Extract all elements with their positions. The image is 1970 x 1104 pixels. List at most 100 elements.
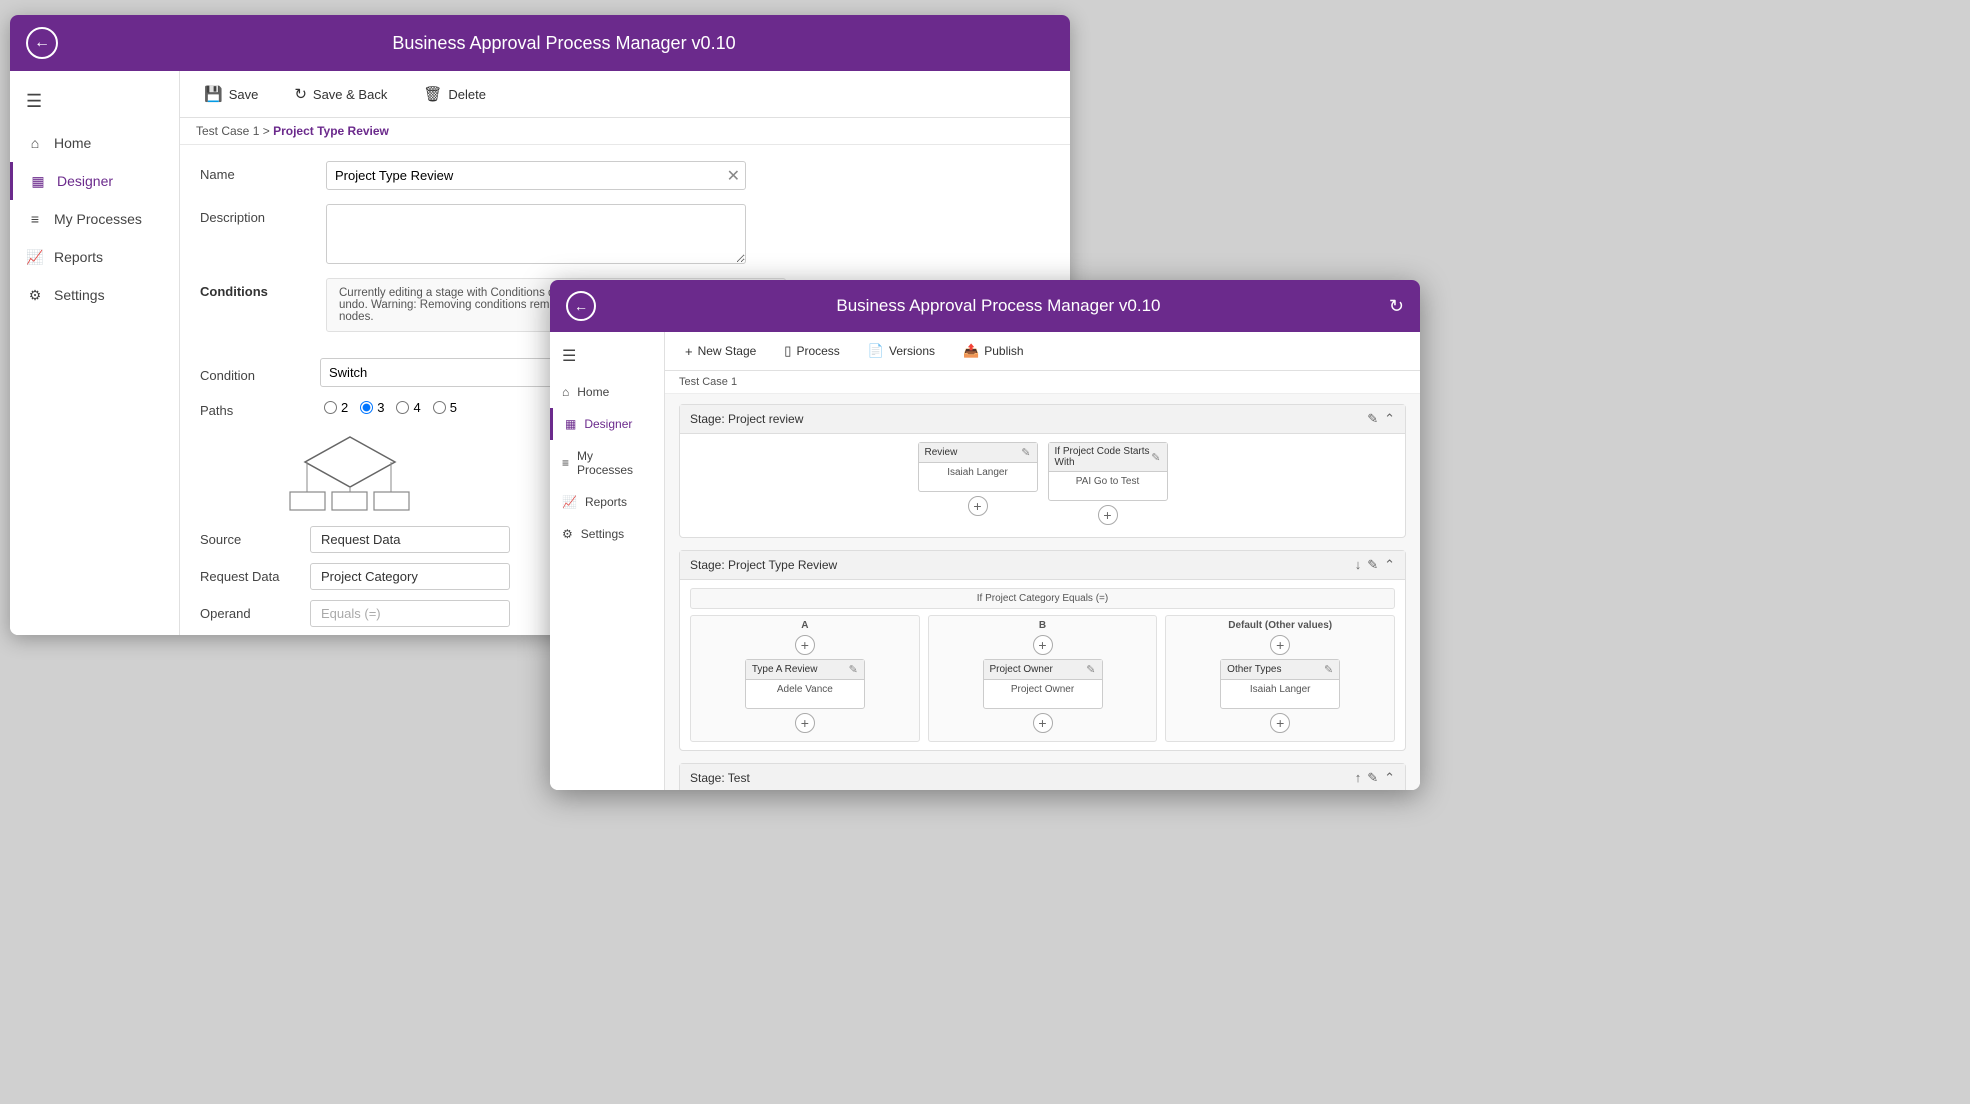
node-review-header: Review ✎ (919, 443, 1037, 463)
edit-stage-2-icon[interactable]: ✎ (1367, 557, 1378, 573)
add-after-other-types-btn[interactable]: + (1270, 713, 1290, 733)
node-if-edit-icon[interactable]: ✎ (1151, 451, 1160, 464)
versions-icon: 📄 (868, 343, 884, 359)
collapse-stage-icon[interactable]: ⌃ (1384, 411, 1395, 427)
refresh-icon[interactable]: ↻ (1389, 296, 1404, 317)
node-review-body: Isaiah Langer (919, 463, 1037, 491)
node-project-owner: Project Owner ✎ Project Owner (983, 659, 1103, 709)
sidebar-item-designer[interactable]: ▦ Designer (10, 162, 179, 200)
paths-label: Paths (200, 397, 310, 418)
sidebar2-label-settings: Settings (581, 527, 624, 541)
path-col-default: Default (Other values) + Other Types ✎ I… (1165, 615, 1395, 742)
path-radio-2[interactable]: 2 (324, 400, 348, 415)
sidebar2-item-myprocesses[interactable]: ≡ My Processes (550, 440, 664, 486)
home-icon: ⌂ (26, 134, 44, 152)
stage-actions-2: ↓ ✎ ⌃ (1355, 557, 1395, 573)
path-radio-group: 2 3 4 5 (324, 400, 457, 415)
sidebar2-label-home: Home (577, 385, 609, 399)
sidebar-item-myprocesses[interactable]: ≡ My Processes (10, 200, 179, 238)
sidebar-label-settings: Settings (54, 287, 105, 303)
move-down-icon[interactable]: ↓ (1355, 557, 1362, 573)
sidebar-2: ☰ ⌂ Home ▦ Designer ≡ My Processes 📈 Rep… (550, 332, 665, 790)
sidebar-item-reports[interactable]: 📈 Reports (10, 238, 179, 276)
path-label-4: 4 (413, 400, 420, 415)
toolbar-2: + New Stage ▯ Process 📄 Versions 📤 Publi… (665, 332, 1420, 371)
hamburger-icon[interactable]: ☰ (10, 79, 179, 124)
stage-name-type-review: Stage: Project Type Review (690, 558, 837, 572)
collapse-stage-3-icon[interactable]: ⌃ (1384, 770, 1395, 786)
path-radio-5[interactable]: 5 (433, 400, 457, 415)
add-path-b-btn[interactable]: + (1033, 635, 1053, 655)
node-other-types-edit-icon[interactable]: ✎ (1324, 663, 1333, 676)
stage-actions-1: ✎ ⌃ (1367, 411, 1395, 427)
publish-button[interactable]: 📤 Publish (957, 340, 1030, 362)
collapse-stage-2-icon[interactable]: ⌃ (1384, 557, 1395, 573)
node-if-body: PAI Go to Test (1049, 472, 1167, 500)
path-radio-2-input[interactable] (324, 401, 337, 414)
sidebar-label-myprocesses: My Processes (54, 211, 142, 227)
hamburger-icon-2[interactable]: ☰ (550, 336, 664, 376)
stage-header-project-review: Stage: Project review ✎ ⌃ (680, 405, 1405, 434)
sidebar-item-settings[interactable]: ⚙ Settings (10, 276, 179, 314)
sidebar2-item-settings[interactable]: ⚙ Settings (550, 518, 664, 550)
save-button[interactable]: 💾 Save (196, 81, 266, 107)
path-radio-3-input[interactable] (360, 401, 373, 414)
path-radio-3[interactable]: 3 (360, 400, 384, 415)
node-review-edit-icon[interactable]: ✎ (1021, 446, 1030, 459)
conditions-label: Conditions (200, 278, 310, 299)
myprocesses-icon: ≡ (26, 210, 44, 228)
plus-icon: + (685, 344, 693, 359)
path-radio-5-input[interactable] (433, 401, 446, 414)
sidebar2-item-home[interactable]: ⌂ Home (550, 376, 664, 408)
back-button-1[interactable]: ← (26, 27, 58, 59)
new-stage-button[interactable]: + New Stage (679, 341, 762, 362)
titlebar-1: ← Business Approval Process Manager v0.1… (10, 15, 1070, 71)
add-node-review-btn[interactable]: + (968, 496, 988, 516)
paths-container: A + Type A Review ✎ Adele Vance + (690, 615, 1395, 742)
request-data-label: Request Data (200, 569, 310, 584)
process-canvas[interactable]: Stage: Project review ✎ ⌃ (665, 394, 1420, 790)
settings-icon-2: ⚙ (562, 527, 573, 541)
edit-stage-icon[interactable]: ✎ (1367, 411, 1378, 427)
node-if-title: If Project Code Starts With (1055, 446, 1152, 468)
app-title-2: Business Approval Process Manager v0.10 (608, 296, 1389, 316)
sidebar2-label-reports: Reports (585, 495, 627, 509)
move-up-icon[interactable]: ↑ (1355, 770, 1362, 786)
delete-button[interactable]: 🗑 Delete (415, 81, 494, 107)
path-radio-4[interactable]: 4 (396, 400, 420, 415)
clear-name-icon[interactable]: ✕ (727, 166, 740, 186)
stage-name-project-review: Stage: Project review (690, 412, 803, 426)
edit-stage-3-icon[interactable]: ✎ (1367, 770, 1378, 786)
condition-bar: If Project Category Equals (=) (690, 588, 1395, 609)
description-input[interactable] (326, 204, 746, 264)
node-project-owner-edit-icon[interactable]: ✎ (1086, 663, 1095, 676)
back-button-2[interactable]: ← (566, 291, 596, 321)
description-label: Description (200, 204, 310, 225)
stage-header-type-review: Stage: Project Type Review ↓ ✎ ⌃ (680, 551, 1405, 580)
stage-body-project-review: Review ✎ Isaiah Langer + (680, 434, 1405, 537)
add-path-a-btn[interactable]: + (795, 635, 815, 655)
sidebar-item-home[interactable]: ⌂ Home (10, 124, 179, 162)
add-path-default-btn[interactable]: + (1270, 635, 1290, 655)
node-type-a-edit-icon[interactable]: ✎ (849, 663, 858, 676)
add-after-type-a-btn[interactable]: + (795, 713, 815, 733)
save-back-button[interactable]: ↻ Save & Back (286, 81, 395, 107)
node-project-owner-title: Project Owner (990, 664, 1053, 675)
sidebar2-item-designer[interactable]: ▦ Designer (550, 408, 664, 440)
node-other-types-title: Other Types (1227, 664, 1281, 675)
node-type-a-body: Adele Vance (746, 680, 864, 708)
myprocesses-icon-2: ≡ (562, 456, 569, 470)
stage-actions-3: ↑ ✎ ⌃ (1355, 770, 1395, 786)
add-after-project-owner-btn[interactable]: + (1033, 713, 1053, 733)
node-review-person: Isaiah Langer (947, 467, 1008, 478)
name-input[interactable] (326, 161, 746, 190)
process-button[interactable]: ▯ Process (778, 340, 846, 362)
path-radio-4-input[interactable] (396, 401, 409, 414)
node-if-content: PAI Go to Test (1076, 476, 1140, 487)
versions-label: Versions (889, 344, 935, 358)
versions-button[interactable]: 📄 Versions (862, 340, 941, 362)
sidebar2-item-reports[interactable]: 📈 Reports (550, 486, 664, 518)
breadcrumb-current: Project Type Review (273, 124, 389, 138)
add-node-if-btn[interactable]: + (1098, 505, 1118, 525)
path-label-3: 3 (377, 400, 384, 415)
